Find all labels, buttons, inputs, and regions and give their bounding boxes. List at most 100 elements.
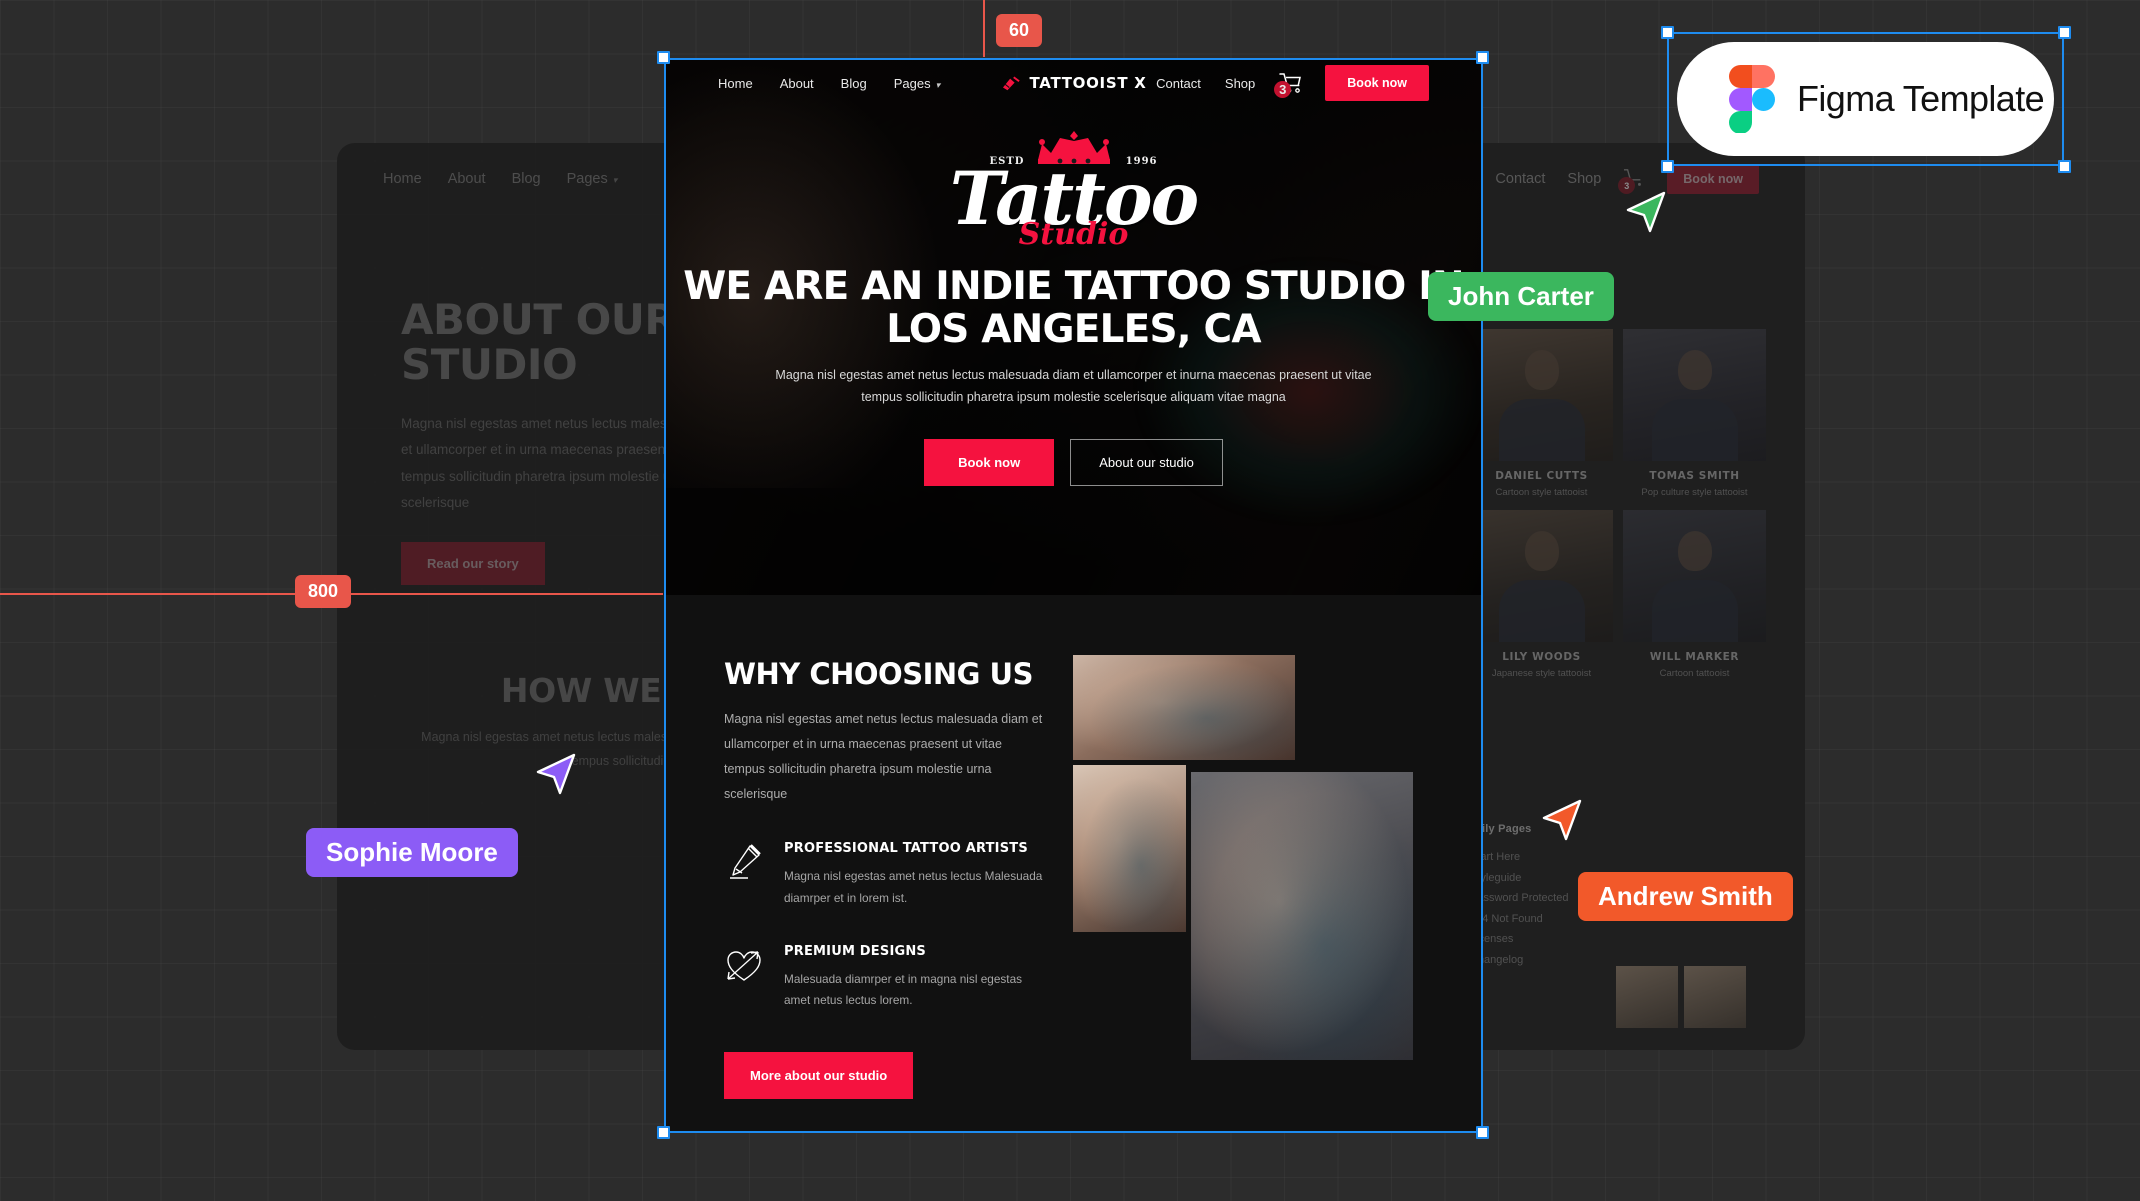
nav-pages-dropdown[interactable]: Pages ▾ bbox=[894, 76, 940, 91]
estd-year: 1996 bbox=[1125, 156, 1158, 167]
why-title: WHY CHOOSING US bbox=[724, 657, 1034, 691]
team-member-role: Cartoon style tattooist bbox=[1495, 487, 1588, 498]
team-member-role: Cartoon tattooist bbox=[1659, 668, 1730, 679]
hero-cta-group: Book now About our studio bbox=[666, 438, 1481, 486]
hero-section: Home About Blog Pages ▾ TATTOOIST X Conta… bbox=[666, 60, 1481, 595]
figma-handle-bottom-left[interactable] bbox=[1661, 160, 1674, 173]
nav-home[interactable]: Home bbox=[718, 76, 753, 91]
team-photo bbox=[1470, 510, 1613, 642]
hero-book-now-button[interactable]: Book now bbox=[924, 438, 1055, 486]
measurement-line-vertical bbox=[983, 0, 985, 57]
book-now-button[interactable]: Book now bbox=[1325, 65, 1429, 101]
selected-frame-home[interactable]: Home About Blog Pages ▾ TATTOOIST X Conta… bbox=[666, 60, 1481, 1131]
chevron-down-icon: ▾ bbox=[612, 175, 618, 185]
resize-handle-top-left[interactable] bbox=[657, 51, 670, 64]
team-card[interactable]: WILL MARKER Cartoon tattooist bbox=[1623, 510, 1766, 679]
collage-photo-portrait bbox=[1191, 772, 1413, 1060]
tattoo-machine-icon bbox=[1002, 75, 1020, 90]
hero-content: ESTD 1996 Tattoo Studio WE ARE AN INDIE … bbox=[666, 106, 1481, 486]
resize-handle-top-right[interactable] bbox=[1476, 51, 1489, 64]
tattoo-studio-logo: ESTD 1996 Tattoo Studio bbox=[950, 130, 1199, 252]
why-photo-collage bbox=[1071, 655, 1447, 1093]
right-book-now-button[interactable]: Book now bbox=[1667, 164, 1759, 194]
team-member-name: WILL MARKER bbox=[1649, 651, 1740, 663]
left-nav-about[interactable]: About bbox=[448, 171, 486, 187]
team-card[interactable]: DANIEL CUTTS Cartoon style tattooist bbox=[1470, 329, 1613, 498]
measurement-badge-800: 800 bbox=[295, 575, 352, 608]
footer-heading: Utily Pages bbox=[1470, 823, 1532, 835]
nav-about[interactable]: About bbox=[780, 76, 814, 91]
cursor-andrew-smith bbox=[1542, 799, 1582, 841]
measurement-line-horizontal-right bbox=[370, 593, 663, 595]
feature-description: Malesuada diamrper et in magna nisl eges… bbox=[784, 971, 1023, 1008]
figma-handle-bottom-right[interactable] bbox=[2058, 160, 2071, 173]
figma-logo-icon bbox=[1729, 65, 1775, 133]
cart-button[interactable]: 3 bbox=[1274, 72, 1302, 98]
left-nav-links: Home About Blog Pages ▾ bbox=[383, 171, 617, 187]
footer-thumbnail bbox=[1616, 966, 1678, 1028]
measurement-badge-60: 60 bbox=[996, 14, 1043, 47]
main-brand-text: TATTOOIST X bbox=[1029, 74, 1147, 92]
team-member-name: TOMAS SMITH bbox=[1649, 470, 1740, 482]
team-photo bbox=[1623, 329, 1766, 461]
read-our-story-button[interactable]: Read our story bbox=[401, 542, 545, 586]
feature-title: PREMIUM DESIGNS bbox=[784, 943, 926, 959]
feature-item: PROFESSIONAL TATTOO ARTISTS Magna nisl e… bbox=[724, 841, 1044, 910]
feature-text: PROFESSIONAL TATTOO ARTISTS Magna nisl e… bbox=[784, 841, 1044, 910]
right-nav-contact[interactable]: Contact bbox=[1495, 171, 1545, 187]
hero-paragraph: Magna nisl egestas amet netus lectus mal… bbox=[775, 368, 1372, 405]
figma-canvas[interactable]: Home About Blog Pages▾ TATTOOIST X Conta… bbox=[0, 0, 2140, 1201]
estd-label: ESTD bbox=[989, 156, 1025, 167]
footer-link[interactable]: Start Here bbox=[1470, 851, 1770, 863]
hero-about-studio-button[interactable]: About our studio bbox=[1070, 438, 1223, 486]
tattoo-machine-icon bbox=[730, 844, 761, 879]
chevron-down-icon: ▾ bbox=[935, 79, 941, 90]
feature-icon-wrap bbox=[724, 841, 764, 888]
team-card[interactable]: TOMAS SMITH Pop culture style tattooist bbox=[1623, 329, 1766, 498]
team-member-name: DANIEL CUTTS bbox=[1495, 470, 1588, 482]
why-paragraph: Magna nisl egestas amet netus lectus mal… bbox=[724, 712, 1043, 801]
figma-handle-top-right[interactable] bbox=[2058, 26, 2071, 39]
hero-title: WE ARE AN INDIE TATTOO STUDIO IN LOS ANG… bbox=[683, 264, 1464, 352]
team-card[interactable]: LILY WOODS Japanese style tattooist bbox=[1470, 510, 1613, 679]
footer-link[interactable]: Licenses bbox=[1470, 933, 1770, 945]
cursor-label-sophie-moore: Sophie Moore bbox=[306, 828, 518, 877]
left-nav-pages[interactable]: Pages ▾ bbox=[567, 171, 618, 187]
resize-handle-bottom-right[interactable] bbox=[1476, 1126, 1489, 1139]
team-grid: DANIEL CUTTS Cartoon style tattooist TOM… bbox=[1470, 329, 1766, 679]
right-cart-icon[interactable]: 3 bbox=[1618, 168, 1645, 194]
more-about-studio-button[interactable]: More about our studio bbox=[724, 1052, 914, 1100]
team-photo bbox=[1470, 329, 1613, 461]
collage-photo-rings bbox=[1073, 765, 1186, 932]
team-member-role: Pop culture style tattooist bbox=[1641, 487, 1748, 498]
team-member-name: LILY WOODS bbox=[1502, 651, 1581, 663]
footer-thumbnails bbox=[1616, 966, 1746, 1028]
left-nav-blog[interactable]: Blog bbox=[512, 171, 541, 187]
resize-handle-bottom-left[interactable] bbox=[657, 1126, 670, 1139]
figma-template-badge[interactable]: Figma Template bbox=[1677, 42, 2054, 156]
main-brand-logo[interactable]: TATTOOIST X bbox=[1001, 74, 1147, 92]
cursor-label-andrew-smith: Andrew Smith bbox=[1578, 872, 1793, 921]
team-member-role: Japanese style tattooist bbox=[1491, 668, 1592, 679]
why-text-column: WHY CHOOSING US Magna nisl egestas amet … bbox=[724, 657, 1044, 1100]
collage-photo-hands bbox=[1073, 655, 1295, 760]
main-nav-right: Contact Shop 3 Book now bbox=[1156, 65, 1429, 101]
cursor-john-carter bbox=[1626, 191, 1666, 233]
nav-blog[interactable]: Blog bbox=[841, 76, 867, 91]
main-navbar: Home About Blog Pages ▾ TATTOOIST X Conta… bbox=[666, 60, 1481, 106]
nav-contact[interactable]: Contact bbox=[1156, 76, 1201, 91]
nav-shop[interactable]: Shop bbox=[1225, 76, 1255, 91]
estd-year-row: ESTD 1996 bbox=[990, 156, 1158, 167]
cart-badge: 3 bbox=[1274, 81, 1292, 98]
feature-item: PREMIUM DESIGNS Malesuada diamrper et in… bbox=[724, 944, 1044, 1013]
feature-text: PREMIUM DESIGNS Malesuada diamrper et in… bbox=[784, 944, 1044, 1013]
figma-handle-top-left[interactable] bbox=[1661, 26, 1674, 39]
feature-title: PROFESSIONAL TATTOO ARTISTS bbox=[784, 841, 1028, 856]
right-nav-shop[interactable]: Shop bbox=[1567, 171, 1601, 187]
feature-description: Magna nisl egestas amet netus lectus Mal… bbox=[784, 869, 1043, 905]
heart-arrow-icon bbox=[727, 950, 761, 981]
footer-link[interactable]: Changelog bbox=[1470, 954, 1770, 966]
left-nav-home[interactable]: Home bbox=[383, 171, 422, 187]
main-nav-links: Home About Blog Pages ▾ bbox=[718, 76, 940, 91]
figma-template-label: Figma Template bbox=[1797, 78, 2045, 119]
